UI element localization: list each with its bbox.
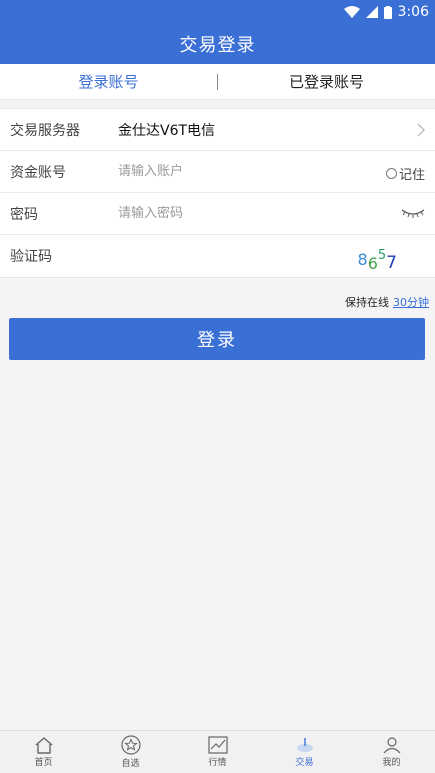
- nav-item-market[interactable]: 行情: [174, 731, 261, 773]
- captcha-char: 5: [377, 248, 387, 263]
- eye-closed-icon[interactable]: [401, 207, 425, 219]
- password-row: 密码: [0, 193, 435, 235]
- status-time: 3:06: [397, 4, 429, 20]
- nav-label: 交易: [295, 758, 314, 768]
- server-label: 交易服务器: [10, 122, 80, 139]
- nav-item-mine[interactable]: 我的: [348, 731, 435, 773]
- remember-label: 记住: [398, 168, 425, 183]
- captcha-char: 6: [367, 254, 378, 273]
- home-icon: [35, 737, 52, 754]
- nav-item-favorites[interactable]: 自选: [87, 731, 174, 773]
- nav-label: 行情: [208, 758, 227, 768]
- keep-online: 保持在线 30分钟: [345, 294, 429, 310]
- nav-item-trade[interactable]: 交易: [261, 731, 348, 773]
- star-icon: [120, 735, 141, 755]
- login-form: 交易服务器 金仕达V6T电信 资金账号 记住 密码 验证码 8 6 5 7: [0, 108, 435, 278]
- remember-checkbox[interactable]: 记住: [385, 164, 425, 183]
- password-input[interactable]: [118, 206, 435, 221]
- captcha-image[interactable]: 8 6 5 7: [357, 241, 397, 273]
- chart-icon: [207, 736, 228, 754]
- password-label: 密码: [10, 206, 38, 223]
- captcha-char: 7: [386, 253, 397, 273]
- server-value: 金仕达V6T电信: [118, 122, 216, 139]
- server-row[interactable]: 交易服务器 金仕达V6T电信: [0, 109, 435, 151]
- nav-label: 自选: [121, 759, 140, 769]
- nav-label: 首页: [34, 758, 53, 768]
- login-button[interactable]: 登录: [9, 318, 425, 360]
- bottom-nav: 首页 自选 行情 交易 我的: [0, 730, 435, 773]
- captcha-label: 验证码: [10, 249, 52, 265]
- page-title: 交易登录: [179, 35, 256, 56]
- signal-icon: [365, 6, 378, 18]
- wifi-icon: [343, 6, 360, 18]
- trade-icon: [296, 738, 313, 752]
- radio-circle-icon: [385, 168, 397, 179]
- captcha-row: 验证码 8 6 5 7: [0, 235, 435, 277]
- tab-login-account[interactable]: 登录账号: [0, 64, 217, 100]
- keep-online-duration-link[interactable]: 30分钟: [393, 294, 429, 310]
- account-tabs: 登录账号 已登录账号: [0, 64, 435, 100]
- user-icon: [383, 737, 400, 754]
- keep-online-label: 保持在线: [345, 296, 389, 309]
- status-bar: 3:06: [0, 0, 435, 24]
- battery-icon: [383, 5, 392, 19]
- tab-logged-accounts[interactable]: 已登录账号: [218, 64, 435, 100]
- nav-item-home[interactable]: 首页: [0, 731, 87, 773]
- captcha-char: 8: [357, 250, 368, 269]
- account-label: 资金账号: [10, 164, 66, 181]
- chevron-right-icon: [417, 123, 425, 137]
- title-bar: 交易登录: [0, 24, 435, 64]
- account-row: 资金账号 记住: [0, 151, 435, 193]
- nav-label: 我的: [382, 758, 401, 768]
